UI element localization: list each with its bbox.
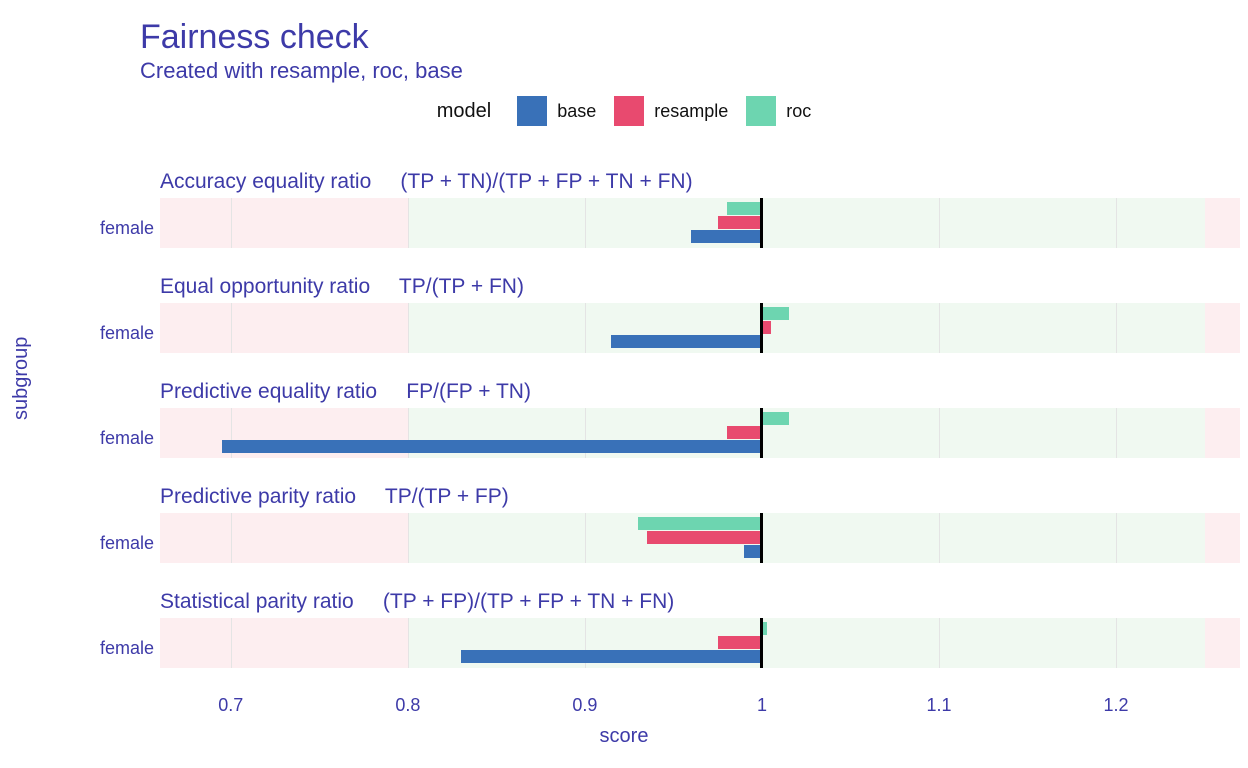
xtick-label: 1.2 <box>1104 695 1129 716</box>
swatch-base <box>517 96 547 126</box>
reference-line <box>760 408 763 458</box>
swatch-resample <box>614 96 644 126</box>
facet-0: Accuracy equality ratio (TP + TN)/(TP + … <box>160 170 1240 260</box>
reference-line <box>760 618 763 668</box>
y-axis-label: subgroup <box>10 337 33 420</box>
bar-roc <box>762 307 789 320</box>
xtick-label: 1.1 <box>927 695 952 716</box>
legend-item-resample: resample <box>614 96 728 126</box>
facet-1: Equal opportunity ratio TP/(TP + FN)fema… <box>160 275 1240 365</box>
facet-4: Statistical parity ratio (TP + FP)/(TP +… <box>160 590 1240 680</box>
facet-title: Predictive parity ratio TP/(TP + FP) <box>160 485 509 509</box>
facet-ylabel: female <box>54 533 154 554</box>
legend-label-roc: roc <box>786 101 811 122</box>
facet-2: Predictive equality ratio FP/(FP + TN)fe… <box>160 380 1240 470</box>
bar-base <box>222 440 762 453</box>
chart-area: 0.70.80.911.11.2 Accuracy equality ratio… <box>50 150 1240 700</box>
plot-panel <box>160 408 1240 458</box>
facet-3: Predictive parity ratio TP/(TP + FP)fema… <box>160 485 1240 575</box>
bar-base <box>744 545 762 558</box>
xtick-label: 0.8 <box>395 695 420 716</box>
bar-roc <box>638 517 762 530</box>
reference-line <box>760 303 763 353</box>
facet-ylabel: female <box>54 428 154 449</box>
plot-panel <box>160 303 1240 353</box>
legend-label-resample: resample <box>654 101 728 122</box>
reference-line <box>760 513 763 563</box>
x-axis-label: score <box>0 725 1248 748</box>
x-axis: 0.7 0.8 0.9 1 1.1 1.2 <box>160 695 1240 725</box>
facet-title: Statistical parity ratio (TP + FP)/(TP +… <box>160 590 674 614</box>
bar-resample <box>647 531 762 544</box>
facet-ylabel: female <box>54 638 154 659</box>
facet-title: Predictive equality ratio FP/(FP + TN) <box>160 380 531 404</box>
plot-panel <box>160 513 1240 563</box>
bar-roc <box>727 202 762 215</box>
xtick-label: 0.7 <box>218 695 243 716</box>
bar-base <box>611 335 761 348</box>
xtick-label: 1 <box>757 695 767 716</box>
legend-title: model <box>437 100 491 123</box>
plot-panel <box>160 198 1240 248</box>
legend-item-base: base <box>517 96 596 126</box>
bar-base <box>461 650 762 663</box>
facet-title: Equal opportunity ratio TP/(TP + FN) <box>160 275 524 299</box>
facet-title: Accuracy equality ratio (TP + TN)/(TP + … <box>160 170 693 194</box>
chart-title: Fairness check <box>140 18 369 57</box>
xtick-label: 0.9 <box>572 695 597 716</box>
reference-line <box>760 198 763 248</box>
plot-panel <box>160 618 1240 668</box>
bar-resample <box>718 216 762 229</box>
legend-label-base: base <box>557 101 596 122</box>
facet-ylabel: female <box>54 218 154 239</box>
swatch-roc <box>746 96 776 126</box>
facet-ylabel: female <box>54 323 154 344</box>
bar-base <box>691 230 762 243</box>
legend: model base resample roc <box>0 96 1248 126</box>
chart-subtitle: Created with resample, roc, base <box>140 58 463 84</box>
bar-resample <box>718 636 762 649</box>
bar-roc <box>762 412 789 425</box>
bar-resample <box>727 426 762 439</box>
legend-item-roc: roc <box>746 96 811 126</box>
